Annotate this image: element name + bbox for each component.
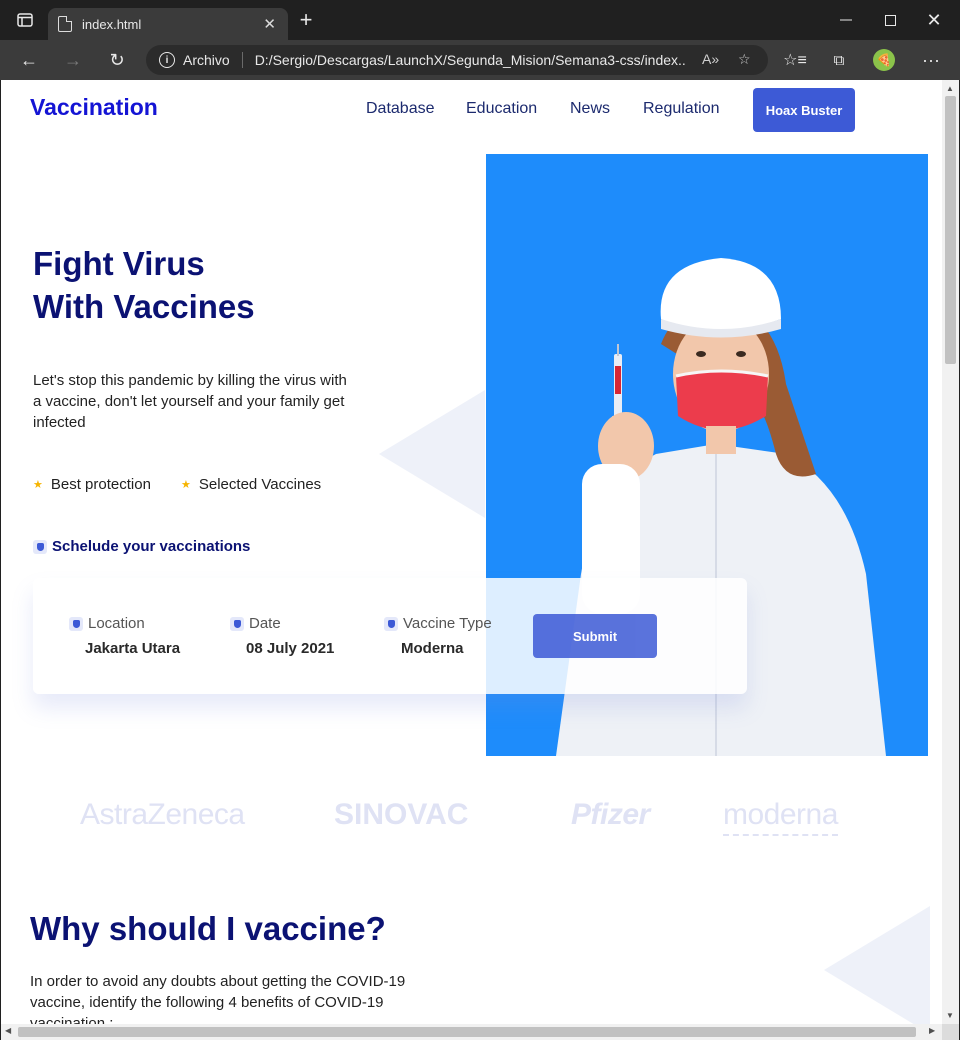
scroll-right-icon[interactable]: ▶ xyxy=(929,1026,935,1035)
logo-pfizer: Pfizer xyxy=(571,798,650,831)
minimize-icon[interactable] xyxy=(826,0,866,40)
favorites-icon[interactable]: ☆≡ xyxy=(780,46,810,74)
address-bar[interactable]: i Archivo D:/Sergio/Descargas/LaunchX/Se… xyxy=(146,45,768,75)
shield-icon xyxy=(230,616,244,631)
scroll-thumb[interactable] xyxy=(18,1027,916,1037)
scroll-left-icon[interactable]: ◀ xyxy=(5,1026,11,1035)
shield-icon xyxy=(384,616,398,631)
feature-label: Best protection xyxy=(50,476,151,493)
tab-actions-icon[interactable] xyxy=(8,0,42,40)
date-label: Date xyxy=(230,615,281,632)
reload-icon[interactable]: ↻ xyxy=(102,46,132,74)
schedule-heading: Schelude your vaccinations xyxy=(33,538,250,555)
feature-item: ★ Selected Vaccines xyxy=(181,476,321,493)
schedule-title: Schelude your vaccinations xyxy=(52,538,251,555)
read-aloud-icon[interactable]: A» xyxy=(702,51,719,67)
nav-news[interactable]: News xyxy=(570,100,610,118)
address-label: Archivo xyxy=(183,52,230,68)
page-icon xyxy=(58,16,72,32)
feature-item: ★ Best protection xyxy=(33,476,151,493)
close-icon[interactable]: ✕ xyxy=(914,0,954,40)
logo-moderna: moderna xyxy=(723,798,838,836)
location-value[interactable]: Jakarta Utara xyxy=(85,640,180,657)
scroll-thumb[interactable] xyxy=(945,96,956,364)
hero-description: Let's stop this pandemic by killing the … xyxy=(33,372,347,431)
address-url[interactable]: D:/Sergio/Descargas/LaunchX/Segunda_Misi… xyxy=(255,52,685,68)
new-tab-icon[interactable]: + xyxy=(292,0,320,40)
date-value[interactable]: 08 July 2021 xyxy=(246,640,334,657)
site-logo[interactable]: Vaccination xyxy=(30,94,158,121)
page-viewport: Vaccination Database Education News Regu… xyxy=(1,80,942,1024)
shield-icon xyxy=(69,616,83,631)
star-icon: ★ xyxy=(33,479,43,491)
hero-title-line2: With Vaccines xyxy=(33,288,255,325)
hero-title-line1: Fight Virus xyxy=(33,245,205,282)
forward-icon[interactable]: → xyxy=(58,46,88,74)
star-icon: ★ xyxy=(181,479,191,491)
back-icon[interactable]: ← xyxy=(14,46,44,74)
shield-icon xyxy=(33,539,47,554)
nav-regulation[interactable]: Regulation xyxy=(643,100,720,118)
logo-astrazeneca: AstraZeneca xyxy=(80,798,245,831)
scrollbar-corner xyxy=(942,1024,959,1040)
more-icon[interactable]: ··· xyxy=(916,46,946,74)
browser-tab[interactable]: index.html ✕ xyxy=(48,8,288,40)
horizontal-scrollbar[interactable]: ◀ ▶ xyxy=(1,1024,942,1040)
vaccine-type-label: Vaccine Type xyxy=(384,615,492,632)
browser-toolbar: ← → ↻ i Archivo D:/Sergio/Descargas/Laun… xyxy=(0,40,960,80)
nav-education[interactable]: Education xyxy=(466,100,537,118)
tab-close-icon[interactable]: ✕ xyxy=(263,15,276,33)
profile-avatar[interactable]: 🍕 xyxy=(873,49,895,71)
vaccine-type-value[interactable]: Moderna xyxy=(401,640,464,657)
hoax-buster-button[interactable]: Hoax Buster xyxy=(753,88,855,132)
scroll-up-icon[interactable]: ▲ xyxy=(946,84,954,93)
browser-titlebar: index.html ✕ + ✕ xyxy=(0,0,960,40)
logo-sinovac: SINOVAC xyxy=(334,798,469,831)
address-divider xyxy=(241,52,243,68)
decorative-triangle xyxy=(379,390,485,518)
why-text: In order to avoid any doubts about getti… xyxy=(30,973,406,1024)
add-favorite-icon[interactable]: ☆ xyxy=(738,51,751,68)
maximize-icon[interactable] xyxy=(870,0,910,40)
location-label: Location xyxy=(69,615,145,632)
vertical-scrollbar[interactable]: ▲ ▼ xyxy=(942,80,959,1024)
feature-label: Selected Vaccines xyxy=(198,476,322,493)
why-title: Why should I vaccine? xyxy=(30,910,386,947)
hero-title: Fight Virus With Vaccines xyxy=(33,242,255,328)
decorative-triangle xyxy=(824,906,930,1024)
nav-database[interactable]: Database xyxy=(366,100,435,118)
submit-button[interactable]: Submit xyxy=(533,614,657,658)
collections-icon[interactable]: ⧉ xyxy=(824,46,854,74)
scroll-down-icon[interactable]: ▼ xyxy=(946,1011,954,1020)
tab-title: index.html xyxy=(82,16,142,32)
info-icon[interactable]: i xyxy=(159,52,175,68)
